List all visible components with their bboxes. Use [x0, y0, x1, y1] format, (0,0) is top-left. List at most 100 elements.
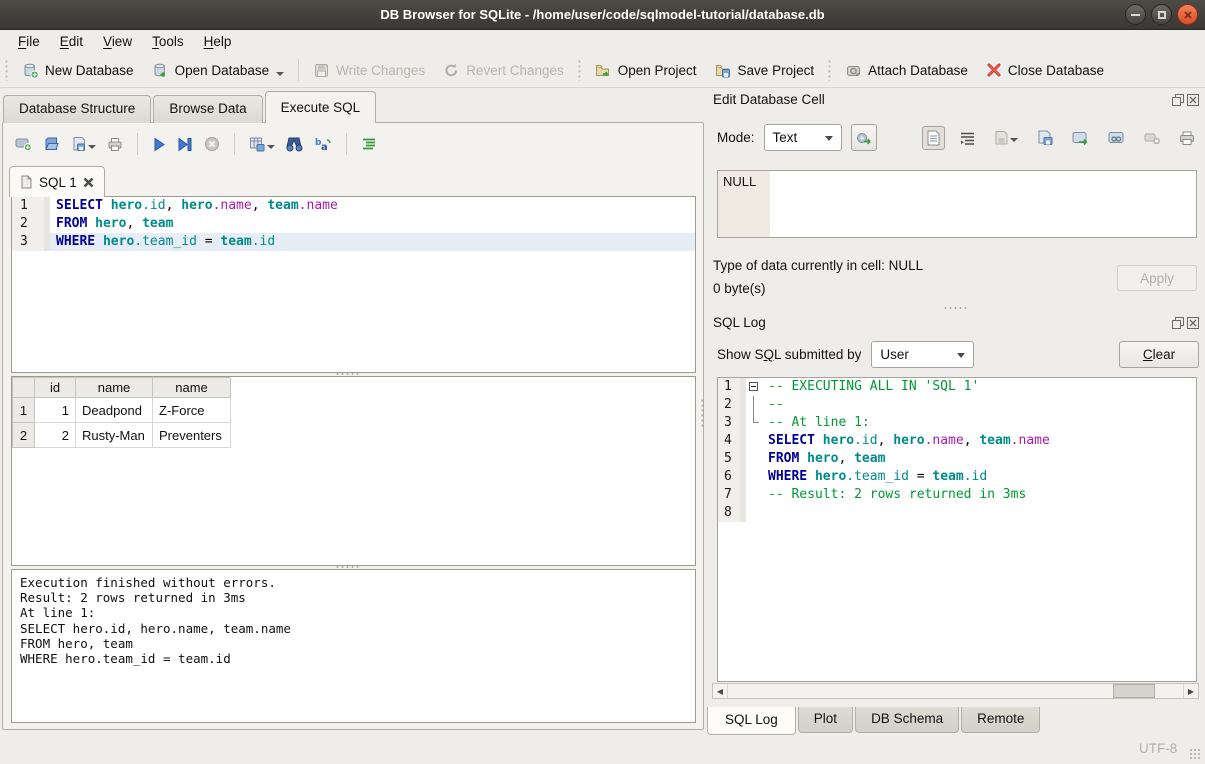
image-link-button[interactable]	[1104, 127, 1129, 149]
mode-combobox[interactable]: Text	[764, 124, 842, 151]
cell-editor[interactable]: NULL	[717, 170, 1197, 238]
dock-tab-sql-log[interactable]: SQL Log	[707, 707, 796, 735]
menu-tools[interactable]: Tools	[142, 32, 194, 52]
fold-box-icon[interactable]	[749, 382, 758, 391]
close-sql-tab-icon[interactable]	[83, 177, 94, 188]
save-results-button[interactable]	[247, 134, 277, 154]
find-button[interactable]	[284, 134, 305, 154]
new-sql-tab-button[interactable]	[13, 134, 35, 154]
table-cell[interactable]: Rusty-Man	[76, 423, 153, 448]
toolbar-grip[interactable]	[577, 59, 582, 81]
text-mode-button[interactable]	[922, 126, 945, 150]
replace-button[interactable]: ba	[312, 134, 334, 154]
toolbar-grip[interactable]	[4, 59, 9, 81]
tab-database-structure[interactable]: Database Structure	[3, 95, 151, 123]
close-panel-icon[interactable]	[1187, 94, 1199, 106]
table-cell[interactable]: 1	[35, 398, 76, 423]
table-row: 22Rusty-ManPreventers	[13, 423, 231, 448]
scroll-right-icon[interactable]: ▶	[1183, 684, 1198, 698]
close-database-icon	[986, 62, 1002, 78]
editor-line: 3WHERE hero.team_id = team.id	[12, 233, 695, 251]
apply-button[interactable]: Apply	[1117, 265, 1197, 291]
print-sql-button[interactable]	[105, 134, 125, 154]
column-header[interactable]: id	[35, 378, 76, 398]
close-panel-icon[interactable]	[1187, 317, 1199, 329]
format-sql-button[interactable]	[359, 135, 379, 153]
open-sql-file-button[interactable]	[42, 134, 62, 154]
stop-button[interactable]	[202, 134, 222, 154]
save-as-button[interactable]	[1033, 126, 1057, 149]
window-title: DB Browser for SQLite - /home/user/code/…	[380, 7, 824, 22]
execute-all-button[interactable]	[150, 135, 168, 154]
dock-tab-plot[interactable]: Plot	[798, 707, 853, 733]
close-icon[interactable]	[1177, 4, 1198, 25]
main-vertical-splitter[interactable]	[700, 398, 705, 428]
save-results-menu-arrow[interactable]	[267, 145, 275, 149]
log-line: 1-- EXECUTING ALL IN 'SQL 1'	[718, 378, 1196, 396]
grid-corner[interactable]	[13, 378, 35, 398]
tab-execute-sql[interactable]: Execute SQL	[265, 91, 377, 123]
word-wrap-button[interactable]	[956, 127, 979, 149]
menu-file[interactable]: File	[8, 32, 50, 52]
table-cell[interactable]: Z-Force	[153, 398, 231, 423]
menu-view[interactable]: View	[93, 32, 142, 52]
save-cell-button[interactable]	[990, 126, 1022, 149]
save-sql-file-button[interactable]	[69, 134, 98, 154]
find-icon	[286, 136, 303, 152]
import-button[interactable]	[851, 124, 877, 151]
print-cell-icon	[1179, 130, 1195, 145]
scrollbar-thumb[interactable]	[1113, 684, 1155, 698]
dock-tab-db-schema[interactable]: DB Schema	[855, 707, 959, 733]
sql1-tab[interactable]: SQL 1	[9, 166, 105, 197]
open-database-menu-arrow[interactable]	[276, 72, 284, 76]
toolbar-grip[interactable]	[827, 59, 832, 81]
save-project-button[interactable]: Save Project	[706, 58, 824, 83]
print-sql-icon	[107, 136, 123, 152]
column-header[interactable]: name	[153, 378, 231, 398]
open-database-icon	[152, 62, 169, 79]
main-tabbar: Database Structure Browse Data Execute S…	[3, 90, 378, 123]
scroll-left-icon[interactable]: ◀	[713, 684, 728, 698]
table-cell[interactable]: Preventers	[153, 423, 231, 448]
save-project-icon	[715, 62, 732, 79]
attach-database-button[interactable]: Attach Database	[836, 58, 977, 83]
revert-changes-button[interactable]: Revert Changes	[434, 58, 573, 83]
row-header[interactable]: 2	[13, 423, 35, 448]
titlebar[interactable]: DB Browser for SQLite - /home/user/code/…	[0, 0, 1205, 30]
close-database-button[interactable]: Close Database	[977, 58, 1113, 82]
menu-help[interactable]: Help	[194, 32, 242, 52]
remove-cell-button[interactable]	[1140, 128, 1164, 148]
save-cell-icon	[994, 130, 1009, 145]
dock-tab-remote[interactable]: Remote	[961, 707, 1040, 733]
save-results-icon	[249, 136, 266, 152]
editor-line: 1SELECT hero.id, hero.name, team.name	[12, 197, 695, 215]
float-icon[interactable]	[1172, 94, 1184, 106]
table-cell[interactable]: Deadpond	[76, 398, 153, 423]
row-header[interactable]: 1	[13, 398, 35, 423]
log-filter-combobox[interactable]: User	[871, 341, 974, 368]
resize-grip[interactable]	[1189, 748, 1202, 761]
sql-log-view[interactable]: 1-- EXECUTING ALL IN 'SQL 1'2--3-- At li…	[717, 377, 1197, 682]
float-icon[interactable]	[1172, 317, 1184, 329]
dock-splitter[interactable]	[943, 306, 969, 310]
save-sql-menu-arrow[interactable]	[88, 145, 96, 149]
execute-line-button[interactable]	[175, 135, 195, 154]
table-cell[interactable]: 2	[35, 423, 76, 448]
maximize-icon[interactable]	[1151, 4, 1172, 25]
sql-editor[interactable]: 1SELECT hero.id, hero.name, team.name2FR…	[11, 196, 696, 373]
menu-edit[interactable]: Edit	[50, 32, 93, 52]
right-dock: Edit Database Cell Mode: Text	[706, 88, 1205, 764]
clear-log-button[interactable]: Clear	[1119, 341, 1199, 368]
results-grid[interactable]: idnamename11DeadpondZ-Force22Rusty-ManPr…	[11, 376, 696, 566]
print-cell-button[interactable]	[1175, 126, 1199, 149]
log-line: 6WHERE hero.team_id = team.id	[718, 468, 1196, 486]
tab-browse-data[interactable]: Browse Data	[153, 95, 262, 123]
open-database-button[interactable]: Open Database	[143, 58, 294, 83]
open-project-button[interactable]: Open Project	[586, 58, 706, 83]
new-database-button[interactable]: New Database	[13, 58, 143, 83]
write-changes-button[interactable]: Write Changes	[304, 58, 434, 83]
log-horizontal-scrollbar[interactable]: ◀ ▶	[712, 683, 1199, 699]
export-cell-button[interactable]	[1068, 127, 1093, 149]
minimize-icon[interactable]	[1125, 4, 1146, 25]
column-header[interactable]: name	[76, 378, 153, 398]
